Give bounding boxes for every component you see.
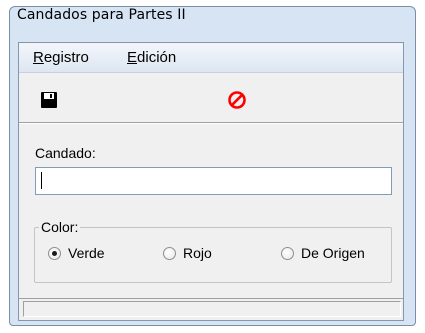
menu-registro[interactable]: Registro bbox=[33, 49, 89, 66]
menu-bar: Registro Edición bbox=[19, 44, 403, 73]
menu-edicion-accel: E bbox=[127, 49, 138, 66]
menu-registro-label: egistro bbox=[43, 49, 89, 66]
radio-rojo[interactable]: Rojo bbox=[163, 243, 212, 263]
status-panel bbox=[23, 301, 401, 317]
candado-input[interactable] bbox=[35, 167, 392, 195]
window-title: Candados para Partes II bbox=[17, 7, 186, 23]
menu-registro-accel: R bbox=[33, 49, 44, 66]
radio-verde[interactable]: Verde bbox=[48, 243, 105, 263]
radio-indicator bbox=[163, 246, 176, 260]
radio-de-origen[interactable]: De Origen bbox=[281, 243, 365, 263]
menu-edicion[interactable]: Edición bbox=[127, 49, 176, 66]
radio-verde-label: Verde bbox=[68, 245, 105, 261]
toolbar-separator bbox=[19, 122, 403, 124]
no-entry-icon bbox=[228, 91, 246, 109]
radio-de-origen-label: De Origen bbox=[301, 245, 365, 261]
radio-rojo-label: Rojo bbox=[183, 245, 212, 261]
candado-label: Candado: bbox=[35, 145, 96, 161]
cancel-button[interactable] bbox=[223, 86, 251, 114]
menu-edicion-label: dición bbox=[137, 49, 177, 66]
radio-selected-indicator bbox=[48, 246, 61, 260]
radio-indicator bbox=[281, 246, 294, 260]
floppy-disk-icon bbox=[41, 92, 57, 108]
text-caret bbox=[41, 172, 42, 189]
color-group-label: Color: bbox=[39, 219, 81, 235]
save-button[interactable] bbox=[35, 86, 63, 114]
